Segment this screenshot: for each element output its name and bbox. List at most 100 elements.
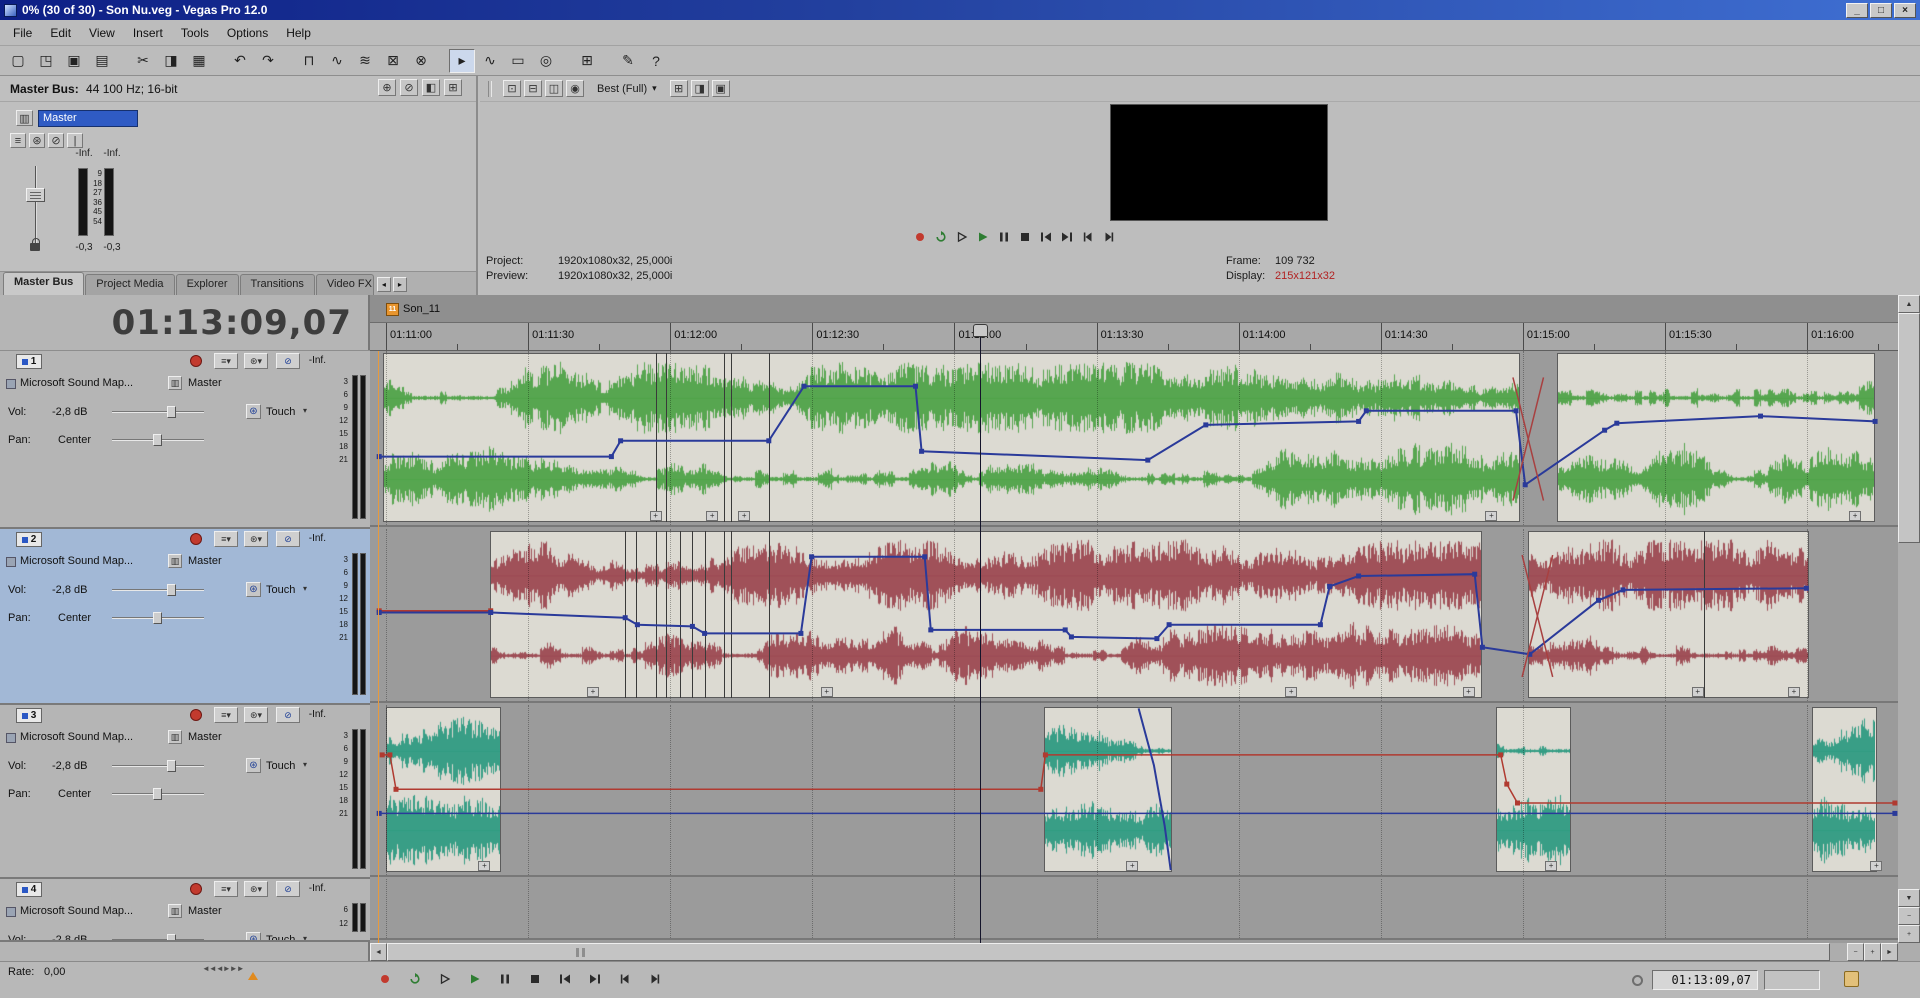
normal-edit-tool-button[interactable]: ▸ [449,49,475,73]
expand-track-keyframes-button[interactable]: ⊞ [574,49,600,73]
pan-slider[interactable] [112,433,204,447]
record-button[interactable] [374,969,396,989]
paste-button[interactable]: ▦ [186,49,212,73]
menu-file[interactable]: File [4,22,41,44]
bus-assign-icon[interactable]: ▥ [168,376,182,390]
cursor-timecode-display[interactable]: 01:13:09,07 [0,295,370,351]
track-header-1[interactable]: 1≡▾⊛▾⊘-Inf.Microsoft Sound Map...▥Master… [0,351,370,529]
pause-button[interactable] [494,969,516,989]
automation-mode[interactable]: Touch [266,584,295,596]
event-fx-icon[interactable]: + [1463,687,1475,697]
track-number-badge[interactable]: 3 [16,708,42,723]
track-header-3[interactable]: 3≡▾⊛▾⊘-Inf.Microsoft Sound Map...▥Master… [0,705,370,879]
scroll-left-icon[interactable]: ◄ [370,943,387,961]
track-number-badge[interactable]: 1 [16,354,42,369]
external-monitor-icon[interactable]: ⊟ [524,80,542,97]
slider-thumb[interactable] [167,760,176,772]
auto-ripple-button[interactable]: ≋ [352,49,378,73]
slider-thumb[interactable] [153,434,162,446]
audio-event[interactable] [1812,707,1876,872]
master-fader[interactable] [26,166,46,246]
open-project-button[interactable]: ◳ [33,49,59,73]
whats-this-help-button[interactable]: ? [643,49,669,73]
zoom-out-icon[interactable]: − [1847,943,1864,961]
project-properties-button[interactable]: ▤ [89,49,115,73]
automation-settings-button[interactable]: ≡▾ [214,881,238,897]
event-fx-icon[interactable]: + [1285,687,1297,697]
loop-playback-button[interactable] [404,969,426,989]
tab-scroll-right-icon[interactable]: ▸ [393,277,407,292]
redo-button[interactable]: ↷ [255,49,281,73]
automation-device-icon[interactable]: ⊛ [246,582,261,597]
pan-slider[interactable] [112,611,204,625]
audio-event[interactable] [383,353,1520,522]
tab-master-bus[interactable]: Master Bus [3,272,84,295]
volume-slider[interactable] [112,405,204,419]
preview-go-to-end-button[interactable] [1058,229,1076,244]
vertical-scrollbar[interactable]: ▲▼−+ [1898,295,1920,961]
bus-assign-icon[interactable]: ▥ [168,730,182,744]
preview-go-to-start-button[interactable] [1037,229,1055,244]
preview-play-button[interactable] [974,229,992,244]
go-to-end-button[interactable] [584,969,606,989]
preview-quality-dropdown[interactable]: Best (Full)▾ [597,83,657,95]
save-project-button[interactable]: ▣ [61,49,87,73]
downmix-output-icon[interactable]: ⊞ [444,79,462,96]
audio-event[interactable] [490,531,1482,698]
record-arm-button[interactable] [190,883,202,895]
bus-assign-icon[interactable]: ▥ [168,904,182,918]
automation-settings-button[interactable]: ≡▾ [214,707,238,723]
bus-icon[interactable]: ▥ [16,110,33,126]
zoom-in-icon[interactable]: + [1864,943,1881,961]
notification-icon[interactable] [1844,971,1859,987]
record-arm-button[interactable] [190,355,202,367]
automation-device-icon[interactable]: ⊛ [246,404,261,419]
event-fx-icon[interactable]: + [1788,687,1800,697]
save-snapshot-icon[interactable]: ▣ [712,80,730,97]
preview-next-frame-button[interactable] [1100,229,1118,244]
pan-slider[interactable] [112,787,204,801]
enable-snapping-button[interactable]: ⊓ [296,49,322,73]
preview-stop-button[interactable] [1016,229,1034,244]
tab-explorer[interactable]: Explorer [176,274,239,295]
event-fx-icon[interactable]: + [821,687,833,697]
track-fx-button[interactable]: ⊛▾ [244,707,268,723]
volume-slider[interactable] [112,933,204,942]
overlays-grid-icon[interactable]: ⊞ [670,80,688,97]
menu-edit[interactable]: Edit [41,22,80,44]
menu-insert[interactable]: Insert [124,22,172,44]
menu-options[interactable]: Options [218,22,277,44]
bus-fx-icon[interactable]: ⊛ [29,133,45,148]
time-ruler[interactable]: 01:11:0001:11:3001:12:0001:12:3001:13:00… [370,323,1898,351]
track-lane-2[interactable]: ++++++ [370,529,1898,703]
slider-thumb[interactable] [167,584,176,596]
preview-pause-button[interactable] [995,229,1013,244]
audio-event[interactable] [1044,707,1172,872]
maximize-button[interactable]: □ [1870,3,1892,18]
event-fx-icon[interactable]: + [1485,511,1497,521]
automation-device-icon[interactable]: ⊛ [246,932,261,942]
mute-button[interactable]: ⊘ [276,707,300,723]
bus-assign-icon[interactable]: ▥ [168,554,182,568]
copy-button[interactable]: ◨ [158,49,184,73]
event-fx-icon[interactable]: + [650,511,662,521]
menu-view[interactable]: View [80,22,124,44]
play-from-start-button[interactable] [434,969,456,989]
event-fx-icon[interactable]: + [1849,511,1861,521]
marker-bar[interactable]: 11 Son_11 [370,295,1898,323]
track-number-badge[interactable]: 2 [16,532,42,547]
automation-device-icon[interactable]: ⊛ [246,758,261,773]
playhead-handle[interactable] [973,324,988,337]
scroll-down-icon[interactable]: ▼ [1898,889,1920,907]
preview-play-from-start-button[interactable] [953,229,971,244]
dim-output-icon[interactable]: ◧ [422,79,440,96]
tab-video-fx[interactable]: Video FX [316,274,374,295]
slider-thumb[interactable] [153,788,162,800]
mute-button[interactable]: ⊘ [276,353,300,369]
marker-tag[interactable]: 11 [386,303,399,316]
ignore-event-grouping-button[interactable]: ⊗ [408,49,434,73]
insert-assignable-fx-icon[interactable]: ⊕ [378,79,396,96]
record-arm-button[interactable] [190,533,202,545]
vscroll-thumb[interactable] [1898,313,1920,543]
track-number-badge[interactable]: 4 [16,882,42,897]
